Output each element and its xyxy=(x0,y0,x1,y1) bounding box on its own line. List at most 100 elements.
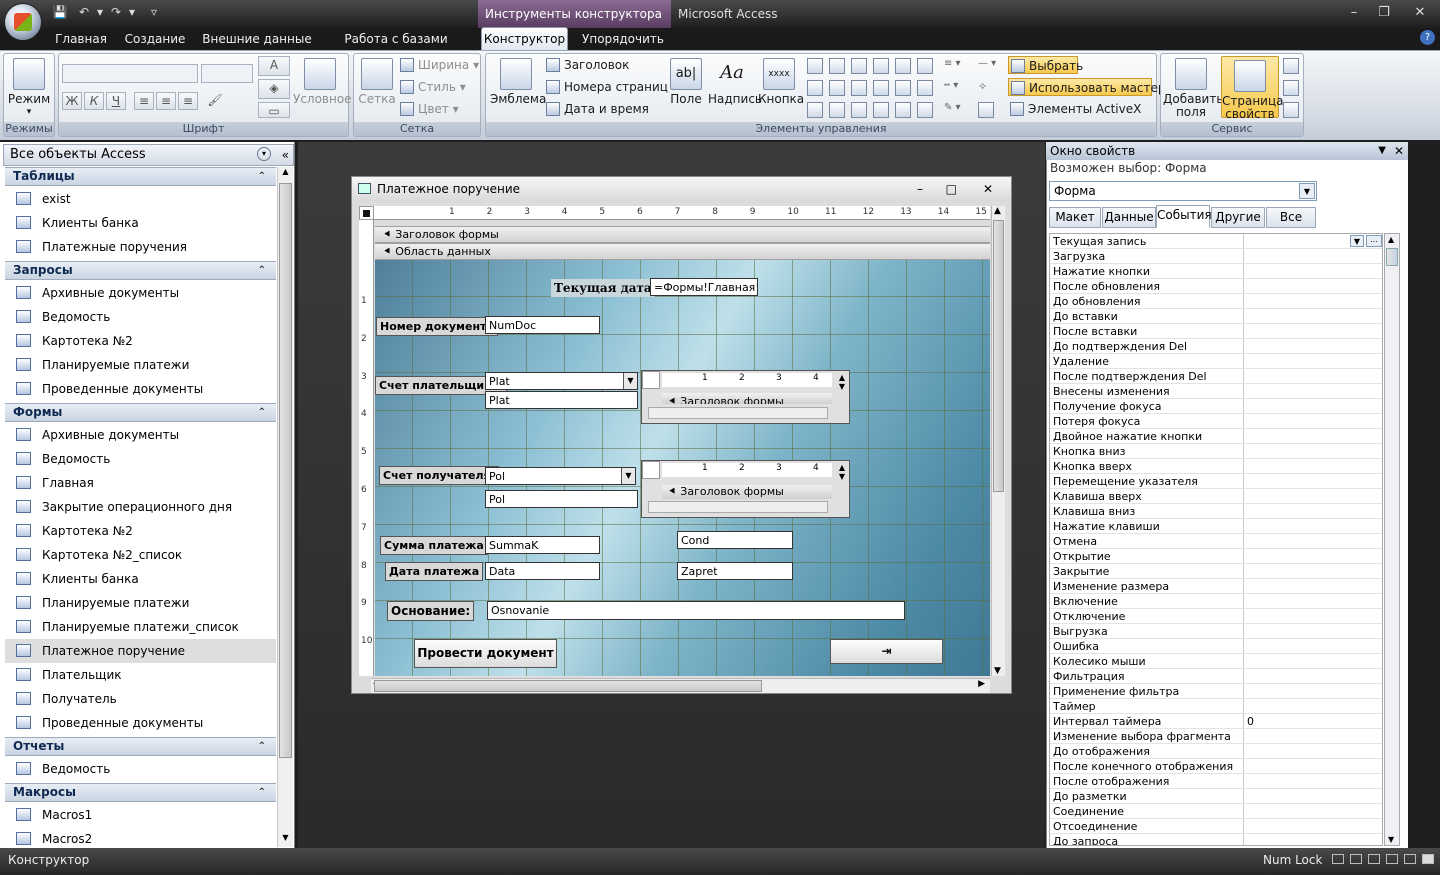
redo-dropdown-icon[interactable]: ▾ xyxy=(124,5,140,21)
fill-color-button[interactable]: ◈ xyxy=(258,79,290,99)
property-value[interactable] xyxy=(1244,264,1382,278)
current-date-label[interactable]: Текущая дата xyxy=(551,279,655,297)
prop-builder-icon[interactable]: … xyxy=(1366,235,1382,247)
macro-icon[interactable] xyxy=(1283,80,1299,96)
chart-icon[interactable] xyxy=(895,58,911,74)
nav-item[interactable]: Планируемые платежи xyxy=(5,353,276,377)
exit-button[interactable]: ⇥ xyxy=(830,639,943,664)
set-property-icon[interactable]: — ▾ xyxy=(978,58,1004,74)
nav-item[interactable]: Закрытие операционного дня xyxy=(5,495,276,519)
props-scroll-down-icon[interactable]: ▼ xyxy=(1388,835,1394,844)
property-value[interactable] xyxy=(1244,804,1382,818)
property-row[interactable]: После конечного отображения xyxy=(1050,759,1382,774)
nav-category[interactable]: Отчеты ⌃ xyxy=(5,737,276,756)
props-close-icon[interactable]: ✕ xyxy=(1394,142,1404,160)
form-selector[interactable] xyxy=(359,206,374,220)
property-value[interactable] xyxy=(1244,579,1382,593)
unbound-frame-icon[interactable] xyxy=(873,80,889,96)
property-row[interactable]: Открытие xyxy=(1050,549,1382,564)
restore-icon[interactable]: ❐ xyxy=(1374,4,1394,22)
form-vscroll-thumb[interactable] xyxy=(993,220,1004,492)
tab-control-icon[interactable] xyxy=(807,58,823,74)
property-row[interactable]: До обновления xyxy=(1050,294,1382,309)
property-row[interactable]: Таймер xyxy=(1050,699,1382,714)
nav-scrollbar[interactable]: ▲ ▼ xyxy=(277,167,293,847)
nav-item[interactable]: Ведомость xyxy=(5,447,276,471)
tab-order-icon[interactable] xyxy=(978,102,994,118)
form-hscrollbar[interactable]: ◀ ▶ xyxy=(371,678,990,693)
font-size-combo[interactable] xyxy=(201,64,253,83)
nav-item[interactable]: Ведомость xyxy=(5,757,276,781)
selection-combo-arrow-icon[interactable]: ▼ xyxy=(1299,183,1315,199)
property-row[interactable]: Загрузка xyxy=(1050,249,1382,264)
nav-item[interactable]: Архивные документы xyxy=(5,281,276,305)
nav-scroll-thumb[interactable] xyxy=(279,183,292,758)
font-name-combo[interactable] xyxy=(62,64,198,83)
office-button[interactable] xyxy=(4,3,42,41)
property-value[interactable] xyxy=(1244,339,1382,353)
property-row[interactable]: Удаление xyxy=(1050,354,1382,369)
property-row[interactable]: После отображения xyxy=(1050,774,1382,789)
amount-field[interactable]: SummaK xyxy=(485,536,600,554)
property-value[interactable] xyxy=(1244,459,1382,473)
property-row[interactable]: До разметки xyxy=(1050,789,1382,804)
receiver-combo-arrow-icon[interactable]: ▼ xyxy=(621,468,635,484)
italic-button[interactable]: К xyxy=(84,92,104,110)
payer-subform[interactable]: 1 2 3 4 ⯇ Заголовок формы ▲ ▼ xyxy=(641,370,850,424)
property-row[interactable]: До запроса xyxy=(1050,834,1382,845)
payer-text[interactable]: Plat xyxy=(485,391,638,409)
nav-item[interactable]: Картотека №2_список xyxy=(5,543,276,567)
use-wizards-button[interactable]: Использовать мастера xyxy=(1008,78,1173,96)
collapse-chevron-icon[interactable]: ⌃ xyxy=(258,168,266,185)
property-row[interactable]: Кнопка вверх xyxy=(1050,459,1382,474)
subform-icon[interactable] xyxy=(917,80,933,96)
receiver-combo[interactable]: Pol ▼ xyxy=(485,467,636,485)
property-row[interactable]: Потеря фокуса xyxy=(1050,414,1382,429)
property-row[interactable]: До вставки xyxy=(1050,309,1382,324)
button-button[interactable]: xxxx Кнопка xyxy=(758,58,804,106)
horizontal-ruler[interactable]: 12345678910111213141516 xyxy=(374,206,990,220)
grid-button[interactable]: Сетка xyxy=(357,58,397,106)
submit-document-button[interactable]: Провести документ xyxy=(414,639,557,668)
tab-home[interactable]: Главная xyxy=(50,28,112,50)
collapse-chevron-icon[interactable]: ⌃ xyxy=(258,738,266,755)
property-value[interactable] xyxy=(1244,564,1382,578)
nav-item[interactable]: Картотека №2 xyxy=(5,329,276,353)
property-row[interactable]: Соединение xyxy=(1050,804,1382,819)
design-view-icon[interactable] xyxy=(1422,854,1434,864)
activex-button[interactable]: Элементы ActiveX xyxy=(1010,100,1141,118)
style-button[interactable]: Стиль ▾ xyxy=(400,78,466,96)
property-row[interactable]: До подтверждения Del xyxy=(1050,339,1382,354)
receiver-subform[interactable]: 1 2 3 4 ⯇ Заголовок формы ▲ ▼ xyxy=(641,460,850,518)
collapse-chevron-icon[interactable]: ⌃ xyxy=(258,784,266,801)
property-value[interactable] xyxy=(1244,639,1382,653)
receiver-label[interactable]: Счет получателя: xyxy=(379,466,500,485)
nav-item[interactable]: Macros1 xyxy=(5,803,276,827)
form-hscroll-thumb[interactable] xyxy=(374,680,762,692)
props-menu-icon[interactable]: ▼ xyxy=(1378,142,1386,160)
property-row[interactable]: Интервал таймера 0 xyxy=(1050,714,1382,729)
subform2-selector[interactable] xyxy=(642,461,660,479)
nav-item[interactable]: Плательщик xyxy=(5,663,276,687)
property-value[interactable] xyxy=(1244,444,1382,458)
property-value[interactable]: 0 xyxy=(1244,714,1382,728)
nav-collapse-icon[interactable]: « xyxy=(282,145,289,165)
nav-category[interactable]: Запросы ⌃ xyxy=(5,261,276,280)
subform2-hscroll[interactable] xyxy=(648,501,828,513)
property-row[interactable]: Отсоединение xyxy=(1050,819,1382,834)
property-value[interactable] xyxy=(1244,534,1382,548)
nav-item[interactable]: Ведомость xyxy=(5,305,276,329)
property-value[interactable] xyxy=(1244,774,1382,788)
form-vscrollbar[interactable]: ▲ ▼ xyxy=(991,206,1005,676)
convert-macros-icon[interactable] xyxy=(1283,102,1299,118)
bold-button[interactable]: Ж xyxy=(62,92,82,110)
form-maximize-icon[interactable]: □ xyxy=(946,177,957,201)
bound-frame-icon[interactable] xyxy=(895,102,911,118)
property-row[interactable]: Применение фильтра xyxy=(1050,684,1382,699)
underline-button[interactable]: Ч xyxy=(106,92,126,110)
rectangle-icon[interactable] xyxy=(829,80,845,96)
width-button[interactable]: Ширина ▾ xyxy=(400,56,479,74)
toggle-button-icon[interactable] xyxy=(873,102,889,118)
nav-header[interactable]: Все объекты Access ▾ « xyxy=(3,144,294,166)
property-row[interactable]: Внесены изменения xyxy=(1050,384,1382,399)
